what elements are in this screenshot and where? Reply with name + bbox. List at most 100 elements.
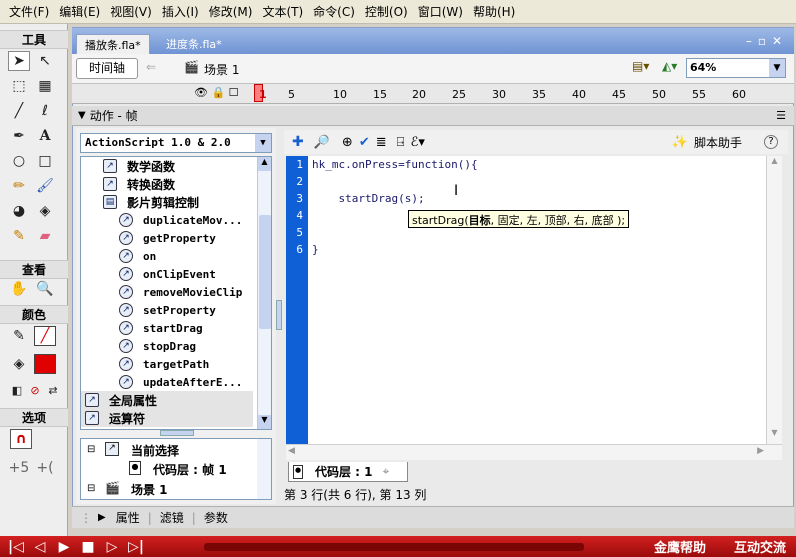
tab-filters[interactable]: 滤镜	[160, 509, 184, 526]
tree-collapse-icon[interactable]: ⊟	[87, 483, 95, 494]
scroll-down-icon[interactable]: ▼	[767, 428, 782, 444]
debug-options-icon[interactable]: ℰ▾	[410, 135, 424, 150]
brush-tool-icon[interactable]: 🖌	[34, 176, 56, 196]
layer-frame-label[interactable]: 代码层 : 帧 1	[153, 461, 227, 478]
code-line[interactable]: startDrag(s);	[308, 190, 766, 207]
tree-scrollbar[interactable]	[257, 439, 271, 499]
back-arrow-icon[interactable]: ⇐	[146, 60, 156, 74]
scroll-thumb[interactable]	[259, 215, 271, 329]
list-item[interactable]: ▤ 影片剪辑控制	[81, 193, 199, 211]
code-editor[interactable]: hk_mc.onPress=function(){ startDrag(s);}	[308, 156, 766, 444]
list-item[interactable]: ↗ 转换函数	[81, 175, 175, 193]
code-line[interactable]: }	[308, 241, 766, 258]
list-item[interactable]: ↗ updateAfterE...	[81, 373, 242, 391]
scroll-left-icon[interactable]: ◀	[288, 446, 295, 456]
edit-symbol-icon[interactable]: ▤▾	[632, 59, 649, 73]
panel-menu-icon[interactable]: ☰	[776, 109, 786, 122]
stroke-color-icon[interactable]: ✎	[8, 326, 30, 346]
zoom-select[interactable]: 64% ▼	[686, 58, 786, 78]
list-item[interactable]: ↗ 运算符	[81, 409, 253, 427]
tab-playbar[interactable]: 播放条.fla*	[76, 34, 150, 54]
code-line[interactable]	[308, 173, 766, 190]
menu-help[interactable]: 帮助(H)	[468, 3, 520, 20]
timeline-button[interactable]: 时间轴	[76, 58, 138, 79]
swap-colors-icon[interactable]: ⇄	[42, 380, 64, 400]
list-item[interactable]: ↗ on	[81, 247, 156, 265]
lasso-tool-icon[interactable]: ℓ	[34, 101, 56, 121]
pen-tool-icon[interactable]: ✒	[8, 126, 30, 146]
chevron-down-icon[interactable]: ▼	[769, 59, 785, 77]
vertical-splitter[interactable]	[276, 300, 282, 330]
straighten-icon[interactable]: +(	[34, 458, 56, 478]
editor-vscrollbar[interactable]: ▲ ▼	[766, 156, 782, 444]
list-item[interactable]: ↗ duplicateMov...	[81, 211, 242, 229]
find-icon[interactable]: 🔎	[314, 135, 330, 150]
tab-properties[interactable]: 属性	[116, 509, 140, 526]
help-icon[interactable]: ?	[764, 135, 778, 149]
stroke-swatch[interactable]: ╱	[34, 326, 56, 346]
selection-tool-icon[interactable]: ➤	[8, 51, 30, 71]
zoom-tool-icon[interactable]: 🔍	[34, 279, 56, 299]
list-item[interactable]: ↗ removeMovieClip	[81, 283, 242, 301]
smooth-icon[interactable]: +5	[8, 458, 30, 478]
menu-text[interactable]: 文本(T)	[257, 3, 308, 20]
tree-collapse-icon[interactable]: ⊟	[87, 444, 95, 455]
window-controls-icon[interactable]: –▫✕	[746, 34, 788, 48]
stop-icon[interactable]: ■	[80, 539, 96, 555]
next-frame-icon[interactable]: ▷	[104, 539, 120, 555]
add-item-icon[interactable]: ✚	[292, 134, 304, 150]
scene-tree-label[interactable]: 场景 1	[131, 481, 168, 498]
code-line[interactable]: hk_mc.onPress=function(){	[308, 156, 766, 173]
paint-bucket-icon[interactable]: ◈	[34, 201, 56, 221]
actions-panel-header[interactable]: ▼ 动作 - 帧 ☰	[72, 106, 794, 126]
menu-view[interactable]: 视图(V)	[105, 3, 157, 20]
first-frame-icon[interactable]: |◁	[8, 539, 24, 555]
menu-edit[interactable]: 编辑(E)	[54, 3, 105, 20]
line-tool-icon[interactable]: ╱	[8, 101, 30, 121]
list-item[interactable]: ↗ 全局属性	[81, 391, 253, 409]
gradient-transform-icon[interactable]: ▦	[34, 76, 56, 96]
check-syntax-icon[interactable]: ✔	[359, 135, 370, 150]
pencil-tool-icon[interactable]: ✏	[8, 176, 30, 196]
list-item[interactable]: ↗ startDrag	[81, 319, 203, 337]
splitter-handle[interactable]	[160, 430, 194, 436]
progress-track[interactable]	[204, 542, 584, 551]
script-tab[interactable]: ● 代码层 : 1 ⌖	[288, 462, 408, 482]
pin-script-icon[interactable]: ⌖	[383, 464, 390, 479]
snap-magnet-icon[interactable]: ∩	[10, 429, 32, 449]
tab-progressbar[interactable]: 进度条.fla*	[158, 34, 230, 54]
text-tool-icon[interactable]: A	[34, 126, 56, 146]
language-select[interactable]: ActionScript 1.0 & 2.0 ▼	[80, 133, 272, 153]
editor-hscrollbar[interactable]: ◀ ▶	[286, 444, 782, 460]
scroll-down-icon[interactable]: ▼	[258, 415, 271, 429]
oval-tool-icon[interactable]: ○	[8, 151, 30, 171]
list-item[interactable]: ↗ targetPath	[81, 355, 209, 373]
eyedropper-icon[interactable]: ✎	[8, 226, 30, 246]
auto-format-icon[interactable]: ≣	[376, 135, 387, 150]
fill-swatch[interactable]	[34, 354, 56, 374]
list-item[interactable]: ↗ stopDrag	[81, 337, 196, 355]
prev-frame-icon[interactable]: ◁	[32, 539, 48, 555]
interact-link[interactable]: 互动交流	[734, 537, 786, 556]
edit-scene-icon[interactable]: ◭▾	[662, 59, 677, 73]
collapse-arrow-icon[interactable]: ▼	[78, 110, 86, 121]
chevron-down-icon[interactable]: ▼	[255, 134, 271, 152]
subselect-tool-icon[interactable]: ↖	[34, 51, 56, 71]
current-selection-label[interactable]: 当前选择	[131, 442, 179, 459]
list-item[interactable]: ↗ 数学函数	[81, 157, 175, 175]
eye-lock-outline-icons[interactable]: 👁 🔒 ☐	[194, 86, 239, 99]
tab-parameters[interactable]: 参数	[204, 509, 228, 526]
free-transform-icon[interactable]: ⬚	[8, 76, 30, 96]
rectangle-tool-icon[interactable]: □	[34, 151, 56, 171]
menu-commands[interactable]: 命令(C)	[308, 3, 360, 20]
last-frame-icon[interactable]: ▷|	[128, 539, 144, 555]
list-item[interactable]: ↗ setProperty	[81, 301, 216, 319]
play-icon[interactable]: ▶	[56, 539, 72, 555]
script-assist-wand-icon[interactable]: ✨	[672, 135, 688, 150]
scroll-up-icon[interactable]: ▲	[767, 156, 782, 172]
script-assist-button[interactable]: 脚本助手	[694, 134, 742, 151]
help-link[interactable]: 金鹰帮助	[654, 537, 706, 556]
scroll-up-icon[interactable]: ▲	[258, 157, 271, 171]
list-item[interactable]: ↗ onClipEvent	[81, 265, 216, 283]
menu-insert[interactable]: 插入(I)	[157, 3, 204, 20]
